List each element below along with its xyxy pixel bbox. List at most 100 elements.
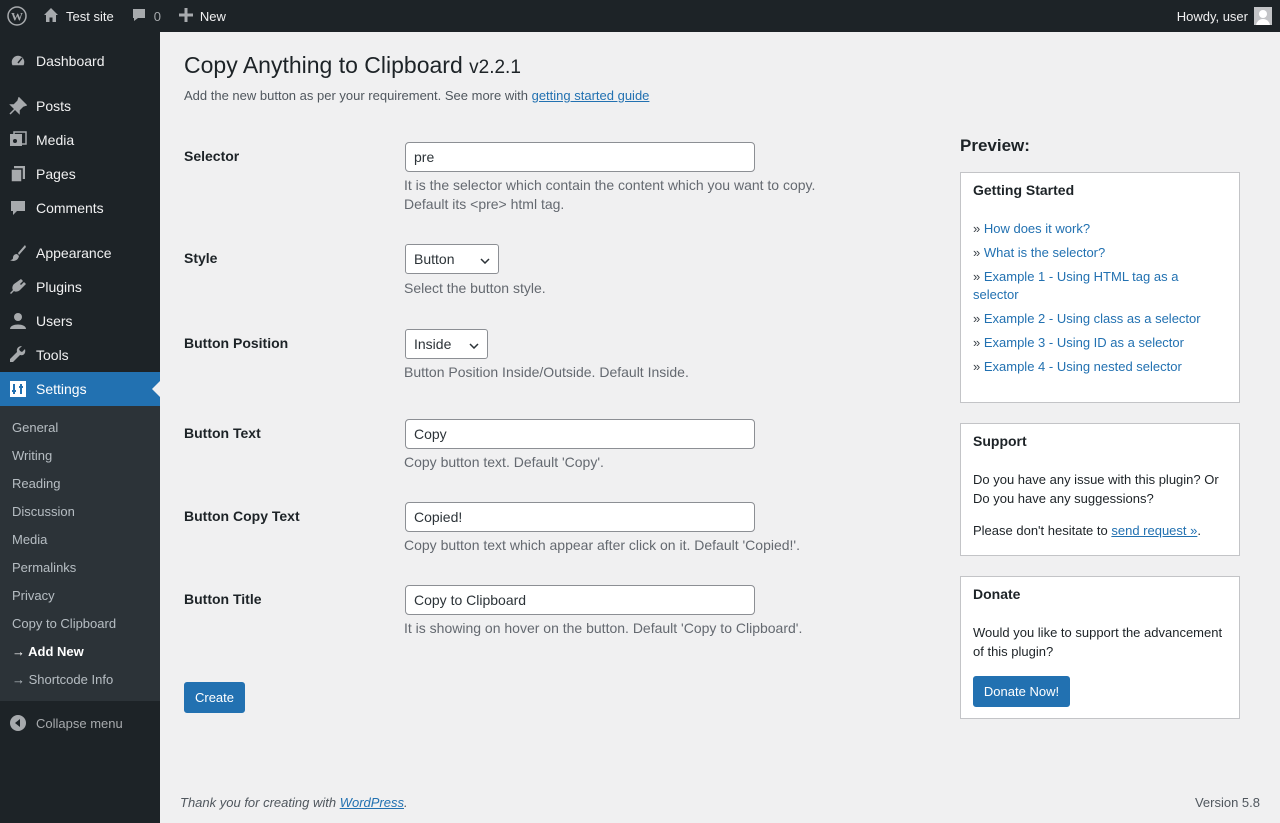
sidebar-item-pages[interactable]: Pages [0,157,160,191]
donate-now-button[interactable]: Donate Now! [973,676,1070,707]
media-icon [0,131,36,149]
preview-heading: Preview: [960,136,1030,155]
my-account-link[interactable]: Howdy, user [1177,0,1272,32]
user-icon [0,312,36,330]
button-copy-text-help: Copy button text which appear after clic… [404,537,800,553]
sidebar-item-plugins[interactable]: Plugins [0,270,160,304]
sidebar-item-posts[interactable]: Posts [0,89,160,123]
list-item: » Example 2 - Using class as a selector [973,311,1201,326]
sidebar-item-label: Tools [36,347,69,363]
submenu-item-shortcode-info[interactable]: → Shortcode Info [0,665,160,693]
page-title-text: Copy Anything to Clipboard [184,52,463,78]
style-help: Select the button style. [404,280,546,296]
style-select-value: Button [414,251,455,267]
list-item: » Example 1 - Using HTML tag as a select… [973,269,1179,302]
sidebar-item-tools[interactable]: Tools [0,338,160,372]
brush-icon [0,244,36,262]
support-request-line: Please don't hesitate to send request ». [961,521,1239,540]
selector-label: Selector [184,148,240,164]
comment-count: 0 [153,8,161,24]
submenu-item-permalinks[interactable]: Permalinks [0,553,160,581]
button-text-input[interactable] [405,419,755,449]
new-label: New [199,8,226,24]
wrench-icon [0,346,36,364]
guide-link-example-4[interactable]: Example 4 - Using nested selector [984,359,1182,374]
sidebar-item-settings[interactable]: Settings [0,372,160,406]
collapse-menu-button[interactable]: Collapse menu [0,706,160,740]
getting-started-links: » How does it work? » What is the select… [961,220,1239,376]
collapse-label: Collapse menu [36,715,123,731]
send-request-link[interactable]: send request » [1111,523,1197,538]
pages-icon [0,165,36,183]
sidebar-item-label: Appearance [36,245,112,261]
comment-icon [131,7,147,26]
list-item: » What is the selector? [973,245,1106,260]
sidebar-item-label: Users [36,313,73,329]
list-item: » How does it work? [973,221,1091,236]
getting-started-title: Getting Started [973,182,1075,198]
getting-started-box: Getting Started » How does it work? » Wh… [960,172,1240,403]
wordpress-logo-icon[interactable]: W [0,0,34,32]
plus-icon [178,7,193,25]
sidebar-item-label: Settings [36,381,87,397]
button-copy-text-input[interactable] [405,502,755,532]
button-copy-text-label: Button Copy Text [184,508,300,524]
button-position-help: Button Position Inside/Outside. Default … [404,364,689,380]
button-title-label: Button Title [184,591,262,607]
wordpress-link[interactable]: WordPress [340,795,404,810]
button-position-select-value: Inside [414,336,452,352]
sidebar-item-appearance[interactable]: Appearance [0,236,160,270]
selector-input[interactable] [405,142,755,172]
site-name-label: Test site [66,8,114,24]
submenu-item-add-new[interactable]: → Add New [0,637,160,665]
button-text-label: Button Text [184,425,261,441]
style-select[interactable]: Button [405,244,499,274]
comment-icon [0,199,36,217]
new-content-link[interactable]: New [178,0,226,32]
site-name-link[interactable]: Test site [43,0,114,32]
sidebar-item-dashboard[interactable]: Dashboard [0,44,160,78]
home-icon [43,7,59,26]
settings-icon [0,380,36,398]
submenu-item-reading[interactable]: Reading [0,469,160,497]
sidebar-item-label: Plugins [36,279,82,295]
submenu-item-media[interactable]: Media [0,525,160,553]
settings-submenu: General Writing Reading Discussion Media… [0,406,160,701]
admin-sidebar: Dashboard Posts Media Pages Comments App… [0,32,160,823]
page-description: Add the new button as per your requireme… [184,88,649,103]
submenu-item-copy-to-clipboard[interactable]: Copy to Clipboard [0,609,160,637]
sidebar-item-comments[interactable]: Comments [0,191,160,225]
support-request-prefix: Please don't hesitate to [973,523,1112,538]
support-box: Support Do you have any issue with this … [960,423,1240,556]
sidebar-item-media[interactable]: Media [0,123,160,157]
button-title-input[interactable] [405,585,755,615]
guide-link-example-3[interactable]: Example 3 - Using ID as a selector [984,335,1184,350]
support-request-suffix: . [1197,523,1201,538]
svg-text:W: W [11,10,23,24]
button-position-select[interactable]: Inside [405,329,488,359]
sidebar-item-label: Posts [36,98,72,114]
avatar [1254,7,1272,25]
style-label: Style [184,250,218,266]
guide-link-example-2[interactable]: Example 2 - Using class as a selector [984,311,1201,326]
comments-link[interactable]: 0 [131,0,161,32]
submenu-item-discussion[interactable]: Discussion [0,497,160,525]
footer-thanks-suffix: . [404,795,408,810]
selector-help-line1: It is the selector which contain the con… [404,177,816,193]
sidebar-item-users[interactable]: Users [0,304,160,338]
submenu-item-privacy[interactable]: Privacy [0,581,160,609]
version-label: v2.2.1 [469,57,521,78]
support-title: Support [973,433,1027,449]
guide-link-how-it-works[interactable]: How does it work? [984,221,1090,236]
guide-link-example-1[interactable]: Example 1 - Using HTML tag as a selector [973,269,1178,302]
submenu-item-writing[interactable]: Writing [0,441,160,469]
submenu-item-general[interactable]: General [0,413,160,441]
guide-link-selector[interactable]: What is the selector? [984,245,1105,260]
getting-started-link[interactable]: getting started guide [532,88,650,103]
footer-thanks: Thank you for creating with WordPress. [180,795,408,810]
plug-icon [0,278,36,296]
sidebar-item-label: Pages [36,166,76,182]
create-button[interactable]: Create [184,682,245,713]
selector-help-line2: Default its <pre> html tag. [404,196,565,212]
button-title-help: It is showing on hover on the button. De… [404,620,803,636]
